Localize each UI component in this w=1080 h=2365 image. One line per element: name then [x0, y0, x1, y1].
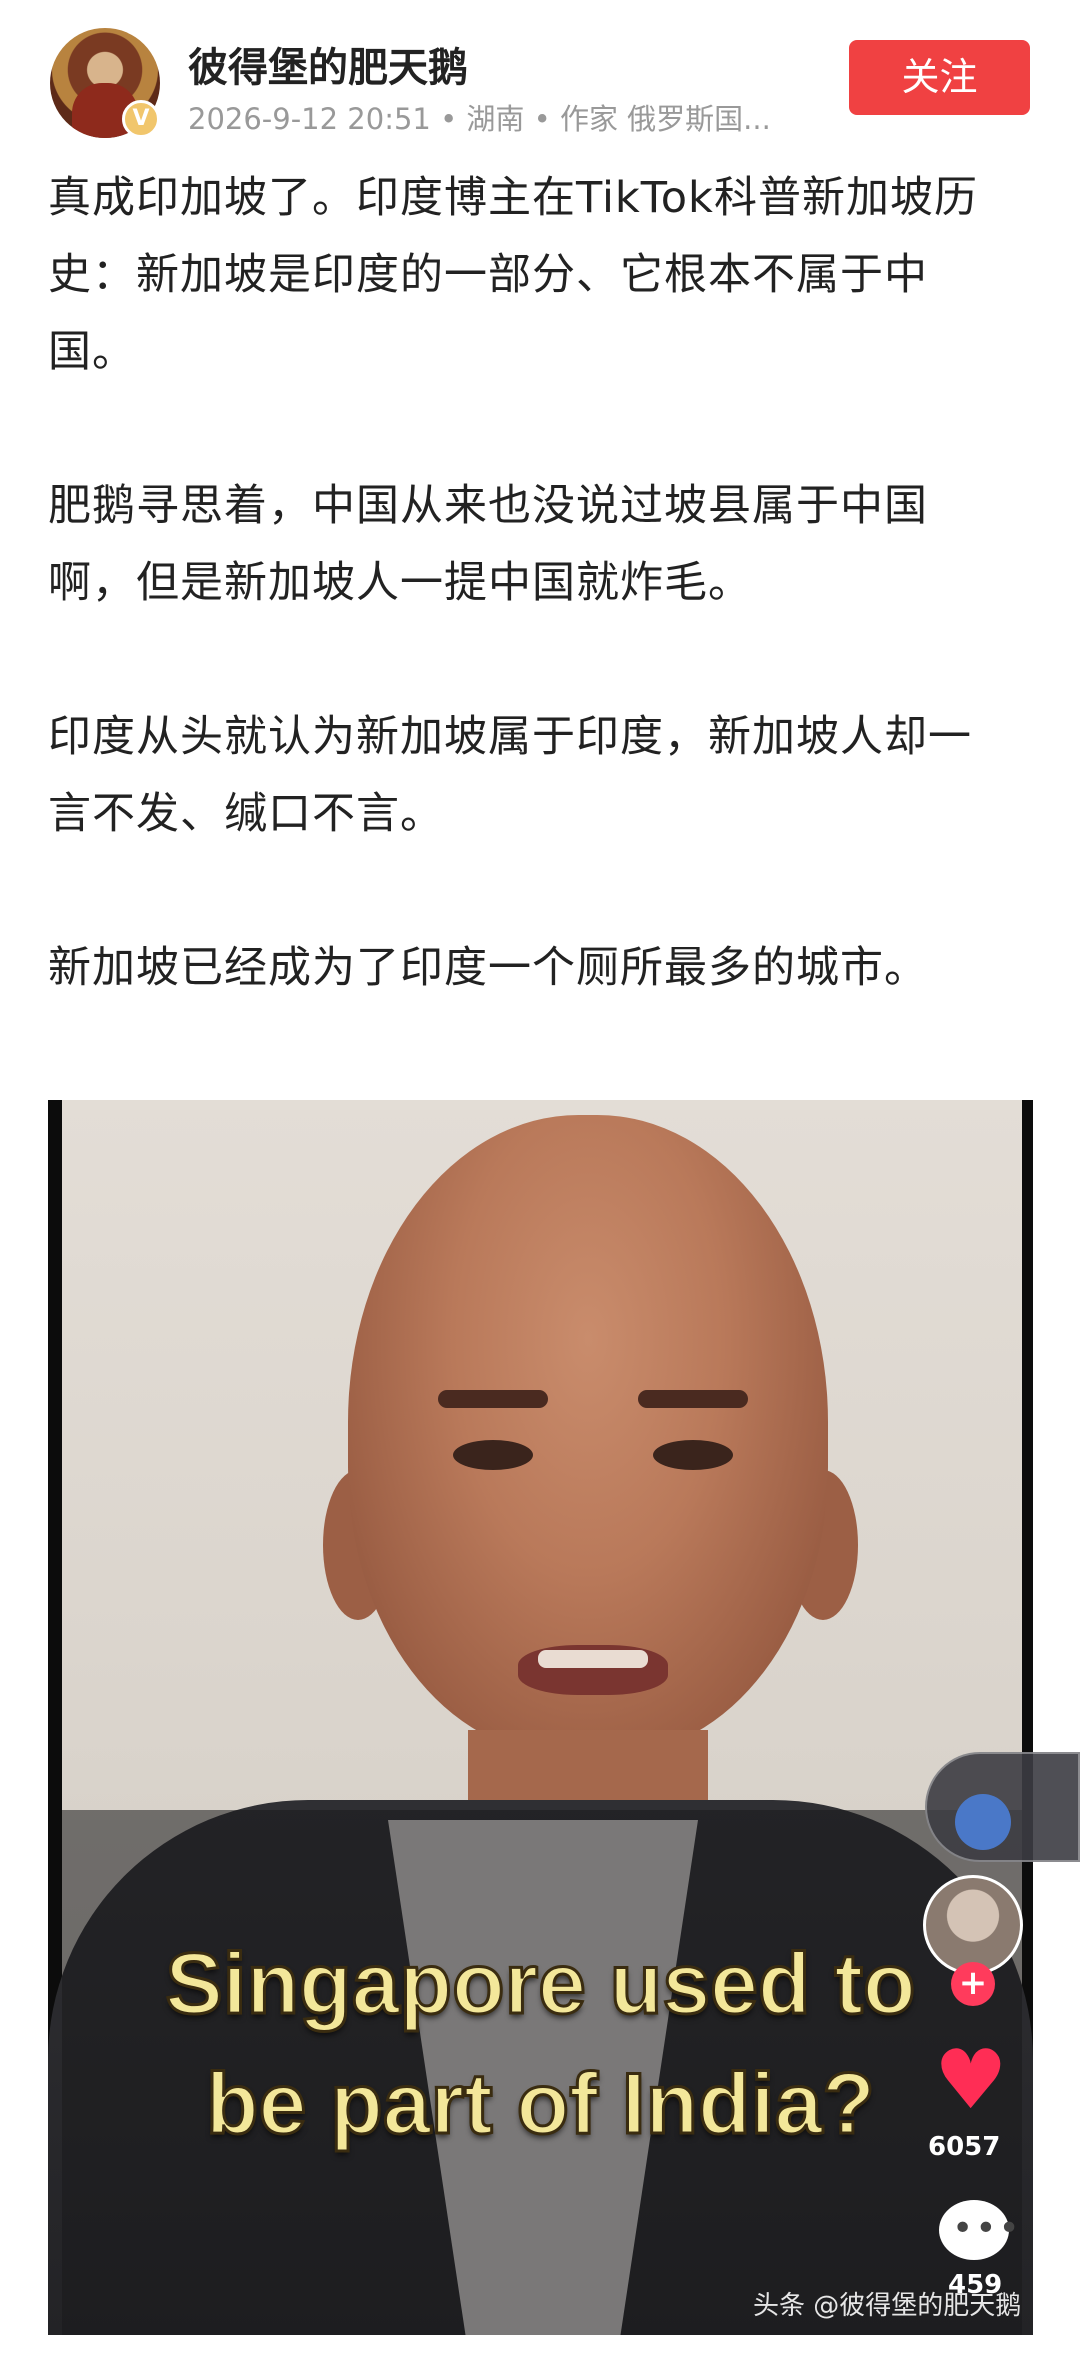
article-paragraph: 真成印加坡了。印度博主在TikTok科普新加坡历史：新加坡是印度的一部分、它根本… — [48, 173, 978, 377]
person-brow — [438, 1390, 548, 1408]
watermark: 头条 @彼得堡的肥天鹅 — [753, 2291, 1022, 2321]
article-image[interactable]: Singapore used to be part of India? + ♥ … — [48, 1100, 1033, 2335]
follow-button[interactable]: 关注 — [849, 40, 1030, 115]
article-paragraph: 肥鹅寻思着，中国从来也没说过坡县属于中国啊，但是新加坡人一提中国就炸毛。 — [48, 481, 928, 608]
article-body: 真成印加坡了。印度博主在TikTok科普新加坡历史：新加坡是印度的一部分、它根本… — [48, 160, 1008, 1084]
person-eye — [653, 1440, 733, 1470]
person-teeth — [538, 1650, 648, 1668]
floating-button-icon — [955, 1794, 1011, 1850]
verified-badge-icon: V — [122, 100, 160, 138]
article-paragraph: 新加坡已经成为了印度一个厕所最多的城市。 — [48, 943, 928, 993]
comment-dots: ••• — [952, 2208, 1022, 2249]
video-caption-line1: Singapore used to — [164, 1935, 917, 2034]
heart-icon: ♥ — [934, 2033, 1008, 2128]
video-caption-line2: be part of India? — [205, 2055, 877, 2154]
person-eye — [453, 1440, 533, 1470]
post-meta: 2026-9-12 20:51 • 湖南 • 作家 俄罗斯国... — [188, 102, 771, 136]
author-name[interactable]: 彼得堡的肥天鹅 — [188, 35, 468, 93]
article-paragraph: 印度从头就认为新加坡属于印度，新加坡人却一言不发、缄口不言。 — [48, 712, 972, 839]
creator-avatar-icon — [923, 1875, 1023, 1975]
floating-action-button[interactable] — [925, 1752, 1080, 1862]
plus-icon: + — [951, 1962, 995, 2006]
post-header: V 彼得堡的肥天鹅 2026-9-12 20:51 • 湖南 • 作家 俄罗斯国… — [0, 0, 1080, 150]
person-brow — [638, 1390, 748, 1408]
like-count: 6057 — [928, 2132, 1001, 2162]
